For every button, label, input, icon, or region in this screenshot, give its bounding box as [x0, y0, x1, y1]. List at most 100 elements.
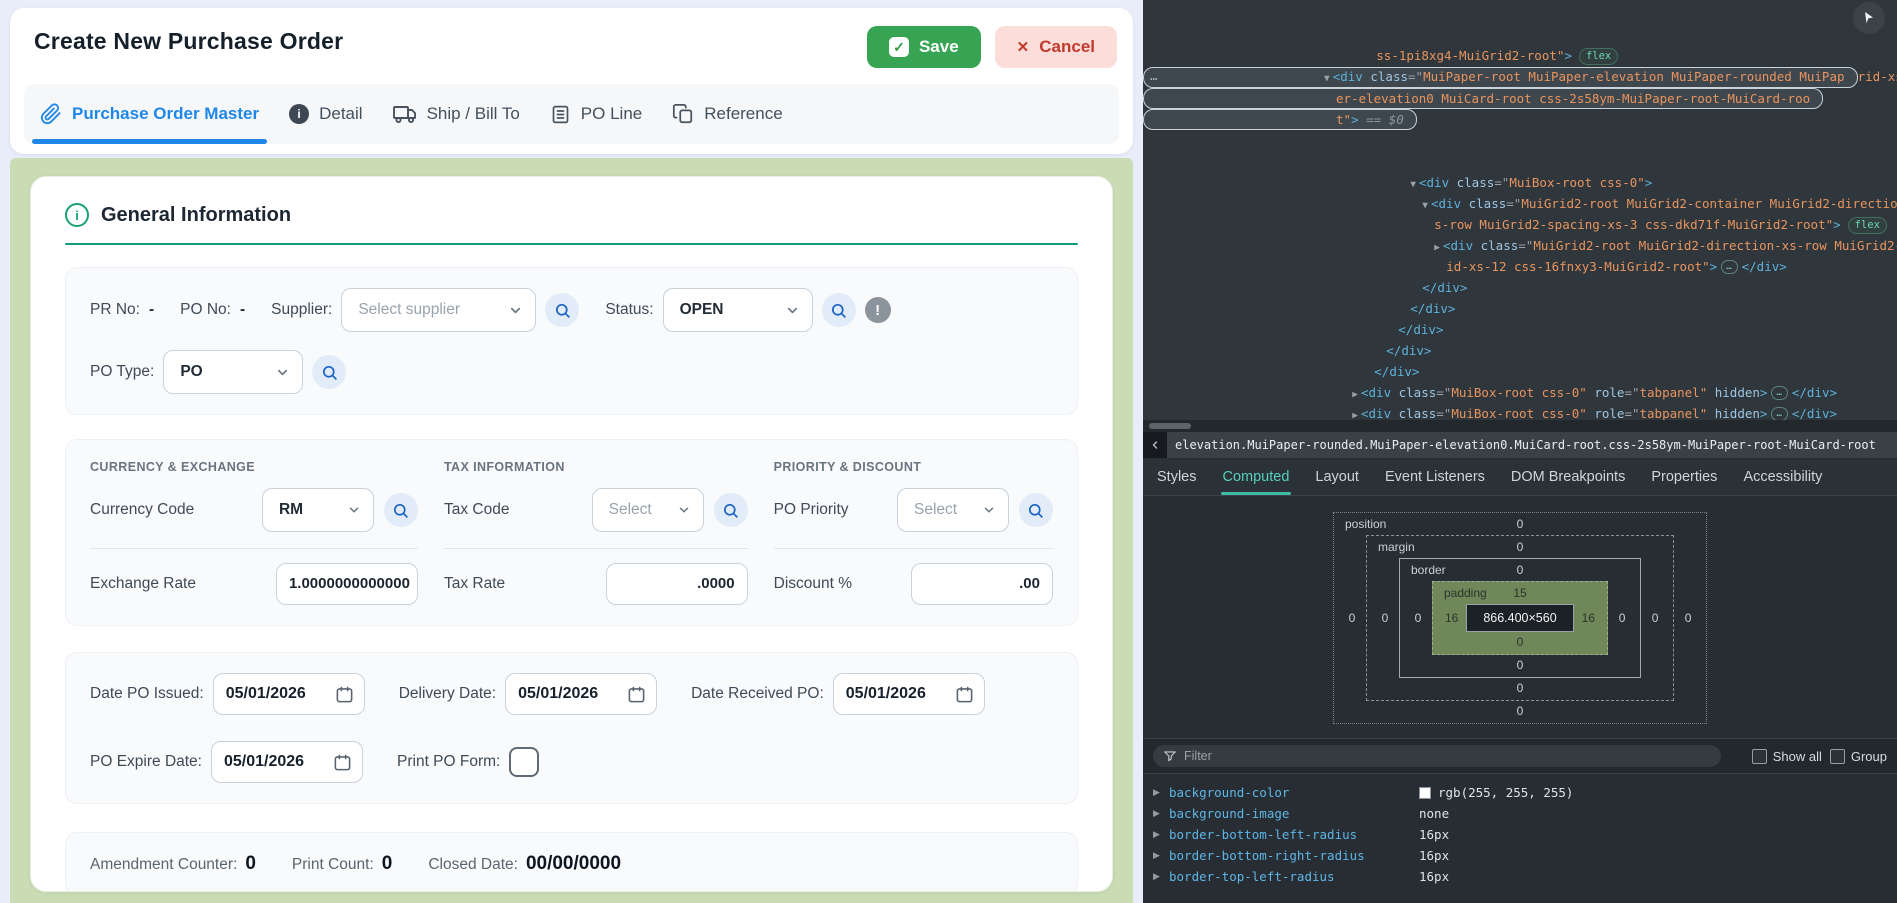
computed-property-row[interactable]: ▶ background-color rgb(255, 255, 255): [1143, 782, 1897, 803]
status-select[interactable]: OPEN: [663, 288, 813, 332]
dom-tree-line[interactable]: ⋯ ▼<div class="MuiBox-root css-0">: [1143, 130, 1897, 151]
column-select[interactable]: Select: [592, 488, 704, 532]
dom-tree-line[interactable]: ⋯ </div>: [1143, 277, 1897, 298]
computed-property-row[interactable]: ▶ border-bottom-right-radius 16px: [1143, 845, 1897, 866]
po-no-field: PO No: -: [180, 301, 245, 319]
dom-tree-line[interactable]: ⋯ t"> == $0: [1143, 109, 1417, 130]
dom-tree-line[interactable]: ⋯ </div>: [1143, 298, 1897, 319]
dom-tree-line[interactable]: ⋯ ▶<div class="MuiGrid2-root MuiGrid2-di…: [1143, 193, 1897, 214]
search-icon: [392, 502, 409, 519]
expand-arrow-icon[interactable]: ▶: [1153, 850, 1169, 861]
group-checkbox[interactable]: Group: [1830, 749, 1887, 764]
date-input[interactable]: 05/01/2026: [505, 673, 657, 715]
column-search-button[interactable]: [384, 493, 418, 527]
dom-tree-line[interactable]: ⋯ ▶<div class="MuiBox-root css-0" role="…: [1143, 340, 1897, 361]
color-swatch: [1419, 787, 1431, 799]
pr-no-label: PR No:: [90, 301, 140, 319]
property-value: 16px: [1419, 869, 1449, 884]
dom-tree-line[interactable]: ⋯ </div>: [1143, 235, 1897, 256]
date-input[interactable]: 05/01/2026: [213, 673, 365, 715]
paperclip-icon: [40, 103, 62, 125]
search-icon: [321, 364, 338, 381]
expand-arrow-icon[interactable]: ▶: [1153, 808, 1169, 819]
dom-tree-line[interactable]: ⋯ 2 imgGird1 css-16fnxy3-MuiGrid2-root">: [1143, 45, 1897, 66]
print-po-form-checkbox[interactable]: [509, 747, 539, 777]
input-label: Exchange Rate: [90, 575, 196, 593]
show-all-checkbox[interactable]: Show all: [1752, 749, 1822, 764]
column-input[interactable]: 1.0000000000000: [276, 563, 418, 605]
supplier-search-button[interactable]: [545, 293, 579, 327]
column-input[interactable]: .00: [911, 563, 1053, 605]
date-field: Date PO Issued: 05/01/2026: [90, 673, 365, 715]
computed-property-row[interactable]: ▶ border-top-left-radius 16px: [1143, 866, 1897, 887]
column-input-row: Tax Rate .0000: [444, 563, 748, 605]
devtools-tab[interactable]: Accessibility: [1743, 459, 1822, 495]
select-value: Select: [914, 501, 957, 519]
tab-purchase-order-master[interactable]: Purchase Order Master: [40, 84, 259, 144]
computed-property-row[interactable]: ▶ border-bottom-left-radius 16px: [1143, 824, 1897, 845]
devtools-tab[interactable]: Properties: [1651, 459, 1717, 495]
box-model-padding-ring: padding 15 16 866.400×560 16: [1432, 581, 1608, 655]
devtools-tab[interactable]: Event Listeners: [1385, 459, 1485, 495]
box-model-margin-ring: margin 0 0 border 0: [1366, 535, 1674, 701]
tab-reference[interactable]: Reference: [672, 84, 782, 144]
po-expire-date-input[interactable]: 05/01/2026: [211, 741, 363, 783]
calendar-icon: [955, 685, 974, 704]
dom-tree-line[interactable]: ⋯ ▼<div class="MuiPaper-root MuiPaper-el…: [1143, 67, 1858, 88]
column-input-row: Exchange Rate 1.0000000000000: [90, 563, 418, 605]
dom-tree-line[interactable]: ⋯ ▼<div class="MuiGrid2-root MuiGrid2-di…: [1143, 24, 1897, 45]
date-input[interactable]: 05/01/2026: [833, 673, 985, 715]
chevron-down-icon: [785, 303, 800, 318]
chevron-down-icon: [275, 365, 290, 380]
page-title: Create New Purchase Order: [34, 28, 343, 55]
elements-horizontal-scrollbar[interactable]: [1143, 420, 1897, 432]
devtools-panel: ⋯ ss-1pi8xg4-MuiGrid2-root">flex ⋯ ▼<div…: [1143, 0, 1897, 903]
status-field: Status: OPEN !: [605, 288, 890, 332]
expand-arrow-icon[interactable]: ▶: [1153, 871, 1169, 882]
identifiers-row-1: PR No: - PO No: - Supplier: Select suppl…: [90, 288, 1053, 332]
po-type-select[interactable]: PO: [163, 350, 303, 394]
tab-ship-bill-to[interactable]: Ship / Bill To: [393, 84, 520, 144]
column-select[interactable]: RM: [262, 488, 374, 532]
dom-tree-line[interactable]: ⋯ ▼<div class="MuiGrid2-root MuiGrid2-co…: [1143, 151, 1897, 172]
column-input[interactable]: .0000: [606, 563, 748, 605]
computed-property-row[interactable]: ▶ background-image none: [1143, 803, 1897, 824]
breadcrumb-selector-text[interactable]: elevation.MuiPaper-rounded.MuiPaper-elev…: [1175, 438, 1876, 452]
dom-tree-line[interactable]: ⋯ ▶<div class="MuiBox-root css-0" role="…: [1143, 403, 1897, 420]
cancel-button[interactable]: ✕ Cancel: [995, 26, 1117, 68]
status-search-button[interactable]: [822, 293, 856, 327]
dom-tree-line[interactable]: ⋯ ▶<div class="MuiBox-root css-1sm2s1z" …: [1143, 382, 1897, 403]
po-type-search-button[interactable]: [312, 355, 346, 389]
column-search-button[interactable]: [1019, 493, 1053, 527]
dom-tree-line[interactable]: ⋯ s-row MuiGrid2-spacing-xs-3 css-dkd71f…: [1143, 172, 1897, 193]
scrollbar-thumb[interactable]: [1149, 423, 1191, 429]
tab-detail[interactable]: i Detail: [289, 84, 362, 144]
identifiers-group: PR No: - PO No: - Supplier: Select suppl…: [65, 267, 1078, 415]
dom-tree-line[interactable]: ⋯ </div>: [1143, 256, 1897, 277]
section-header: i General Information: [65, 203, 1078, 227]
counter-label: Amendment Counter:: [90, 856, 237, 874]
devtools-padding-highlight-overlay: i General Information PR No: - PO No: -: [10, 158, 1133, 903]
expand-arrow-icon[interactable]: ▶: [1153, 787, 1169, 798]
dom-tree-line[interactable]: ⋯ ss-1pi8xg4-MuiGrid2-root">flex: [1143, 3, 1897, 24]
dom-tree-line[interactable]: ⋯ </div>: [1143, 319, 1897, 340]
devtools-tab[interactable]: Styles: [1157, 459, 1197, 495]
column-search-button[interactable]: [714, 493, 748, 527]
dom-tree-line[interactable]: ⋯ ▶<div class="MuiBox-root css-0" role="…: [1143, 361, 1897, 382]
dom-tree-line[interactable]: ⋯ er-elevation0 MuiCard-root css-2s58ym-…: [1143, 88, 1823, 109]
column-select[interactable]: Select: [897, 488, 1009, 532]
dom-tree-line[interactable]: ⋯ id-xs-12 css-16fnxy3-MuiGrid2-root">…<…: [1143, 214, 1897, 235]
supplier-select[interactable]: Select supplier: [341, 288, 536, 332]
devtools-tab[interactable]: Layout: [1315, 459, 1359, 495]
save-button[interactable]: ✓ Save: [867, 26, 981, 68]
devtools-tab[interactable]: DOM Breakpoints: [1511, 459, 1625, 495]
property-name: background-image: [1169, 806, 1419, 821]
expand-arrow-icon[interactable]: ▶: [1153, 829, 1169, 840]
breadcrumb-back-button[interactable]: [1143, 432, 1167, 458]
devtools-tab[interactable]: Computed: [1223, 459, 1290, 495]
line-menu-dots-icon[interactable]: ⋯: [1150, 68, 1159, 89]
po-expire-date-label: PO Expire Date:: [90, 753, 202, 771]
tab-po-line[interactable]: PO Line: [550, 84, 642, 144]
funnel-icon: [1163, 749, 1177, 763]
filter-input[interactable]: Filter: [1153, 745, 1721, 767]
